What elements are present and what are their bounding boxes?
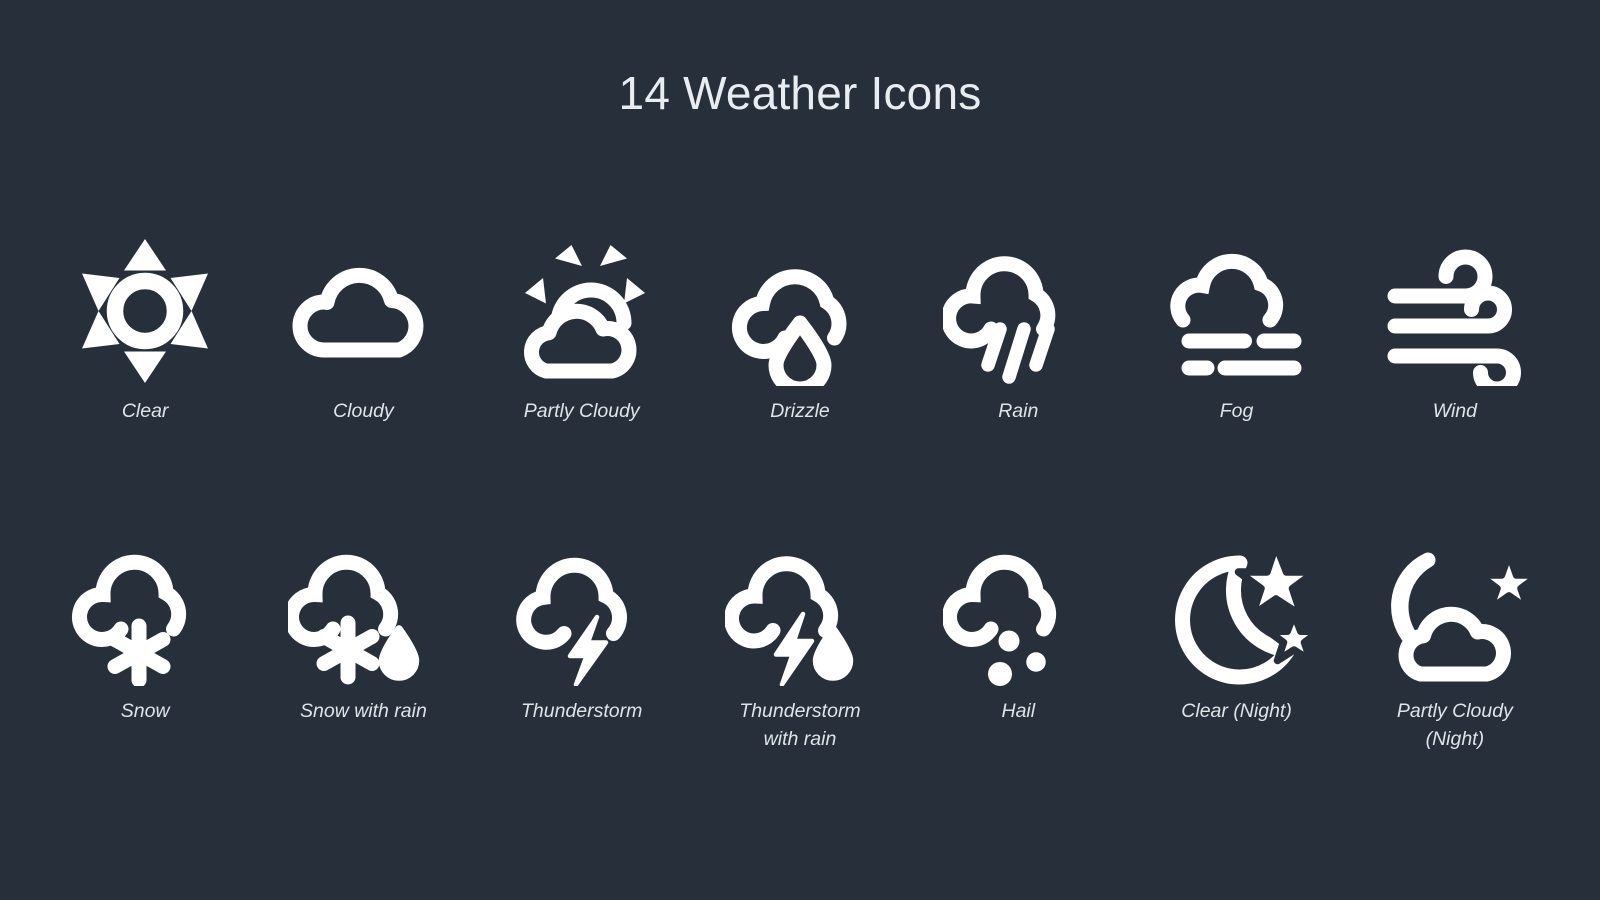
icon-cell-snow[interactable]: Snow (36, 536, 254, 836)
icon-label: Partly Cloudy (Night) (1396, 700, 1513, 750)
weather-icon-showcase: 14 Weather Icons Clear Cloudy Partly Clo… (0, 0, 1600, 900)
cloud-with-fog-bars-icon (1162, 236, 1312, 386)
icon-label: Thunderstorm with rain (739, 700, 861, 750)
icon-label: Hail (1001, 700, 1036, 722)
icon-label: Wind (1432, 400, 1477, 422)
icon-label: Thunderstorm (521, 700, 643, 722)
cloud-with-lightning-icon (507, 536, 657, 686)
sun-icon (70, 236, 220, 386)
cloud-with-hail-dots-icon (943, 536, 1093, 686)
icon-grid: Clear Cloudy Partly Cloudy Drizzle Rain … (36, 236, 1564, 836)
icon-cell-cloudy[interactable]: Cloudy (254, 236, 472, 536)
cloud-icon (288, 236, 438, 386)
wind-curls-icon (1380, 236, 1530, 386)
icon-label: Snow (120, 700, 170, 722)
icon-label: Snow with rain (300, 700, 427, 722)
icon-cell-snow-with-rain[interactable]: Snow with rain (254, 536, 472, 836)
moon-behind-cloud-with-star-icon (1380, 536, 1530, 686)
icon-label: Clear (121, 400, 169, 422)
icon-cell-hail[interactable]: Hail (909, 536, 1127, 836)
cloud-with-droplet-icon (725, 236, 875, 386)
icon-cell-drizzle[interactable]: Drizzle (691, 236, 909, 536)
icon-label: Rain (998, 400, 1039, 422)
icon-cell-thunderstorm-with-rain[interactable]: Thunderstorm with rain (691, 536, 909, 836)
icon-cell-partly-cloudy[interactable]: Partly Cloudy (473, 236, 691, 536)
icon-cell-wind[interactable]: Wind (1346, 236, 1564, 536)
icon-label: Clear (Night) (1181, 700, 1292, 722)
cloud-with-rain-lines-icon (943, 236, 1093, 386)
icon-cell-fog[interactable]: Fog (1127, 236, 1345, 536)
icon-cell-thunderstorm[interactable]: Thunderstorm (473, 536, 691, 836)
icon-cell-partly-cloudy-night[interactable]: Partly Cloudy (Night) (1346, 536, 1564, 836)
cloud-with-lightning-and-droplet-icon (724, 536, 875, 686)
icon-cell-rain[interactable]: Rain (909, 236, 1127, 536)
icon-label: Cloudy (333, 400, 394, 422)
icon-label: Fog (1219, 400, 1254, 422)
icon-label: Drizzle (770, 400, 830, 422)
icon-cell-clear-night[interactable]: Clear (Night) (1127, 536, 1345, 836)
cloud-with-snowflake-and-droplet-icon (288, 536, 438, 686)
sun-behind-cloud-icon (507, 236, 657, 386)
page-title: 14 Weather Icons (618, 67, 982, 119)
icon-label: Partly Cloudy (523, 400, 640, 422)
moon-with-stars-icon (1162, 536, 1312, 686)
icon-cell-clear[interactable]: Clear (36, 236, 254, 536)
cloud-with-snowflake-icon (70, 536, 220, 686)
